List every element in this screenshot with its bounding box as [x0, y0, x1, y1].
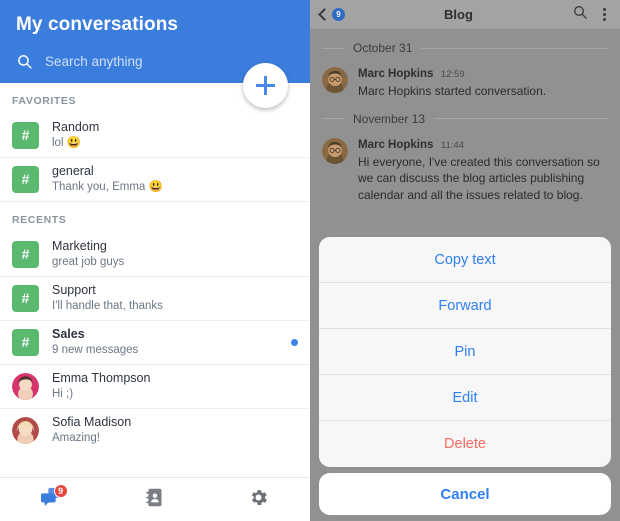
- new-conversation-button[interactable]: [243, 63, 288, 108]
- section-header-recents: RECENTS: [12, 214, 67, 226]
- channel-icon: #: [12, 165, 39, 193]
- conversation-name: Support: [52, 282, 96, 297]
- gear-icon: [248, 487, 269, 513]
- conversation-title: Blog: [444, 6, 473, 22]
- message-header: Marc Hopkins 11:44: [358, 136, 608, 153]
- conversation-preview: Thank you, Emma 😃: [52, 180, 163, 193]
- channel-icon: #: [12, 121, 39, 149]
- conversation-name: general: [52, 163, 94, 178]
- conversation-name: Emma Thompson: [52, 370, 151, 385]
- nav-tab-chats[interactable]: 9: [0, 478, 103, 521]
- date-separator: November 13: [322, 112, 608, 126]
- date-separator: October 31: [322, 41, 608, 55]
- list-item[interactable]: Emma Thompson Hi ;): [0, 365, 310, 409]
- conversation-preview: 9 new messages: [52, 343, 139, 356]
- search-icon: [16, 53, 33, 70]
- message-item[interactable]: Marc Hopkins 12:59 Marc Hopkins started …: [322, 65, 608, 100]
- app-screen: My conversations FAVORITES # Random: [0, 0, 620, 521]
- channel-icon: #: [12, 240, 39, 268]
- action-delete[interactable]: Delete: [319, 421, 611, 467]
- divider: [434, 118, 608, 119]
- date-label: October 31: [353, 41, 413, 55]
- action-pin[interactable]: Pin: [319, 329, 611, 375]
- nav-tab-settings[interactable]: [207, 478, 310, 521]
- plus-icon: [256, 76, 275, 95]
- topbar-actions: [572, 4, 610, 25]
- action-cancel[interactable]: Cancel: [319, 473, 611, 515]
- search-input[interactable]: [45, 54, 245, 69]
- list-item[interactable]: # Sales 9 new messages: [0, 321, 310, 365]
- conversation-name: Sales: [52, 326, 85, 341]
- conversation-preview: Amazing!: [52, 432, 100, 444]
- list-item-text: Marketing great job guys: [52, 239, 298, 270]
- conversation-preview: great job guys: [52, 255, 125, 268]
- action-forward[interactable]: Forward: [319, 283, 611, 329]
- conversation-detail-panel: 9 Blog October 31 Marc Hopkins 12:59 Mar…: [310, 0, 620, 521]
- conversation-topbar: 9 Blog: [310, 0, 620, 29]
- page-title: My conversations: [16, 14, 179, 35]
- unread-dot: [291, 338, 298, 346]
- conversation-name: Random: [52, 119, 100, 134]
- list-item-text: Random lol 😃: [52, 120, 298, 151]
- conversation-name: Sofia Madison: [52, 415, 132, 429]
- list-item[interactable]: # general Thank you, Emma 😃: [0, 158, 310, 202]
- bottom-navigation: 9: [0, 477, 310, 521]
- channel-icon: #: [12, 284, 39, 312]
- list-item[interactable]: # Random lol 😃: [0, 114, 310, 158]
- divider: [322, 118, 344, 119]
- date-label: November 13: [353, 111, 426, 126]
- list-item-text: Emma Thompson Hi ;): [52, 371, 298, 402]
- message-author: Marc Hopkins: [358, 138, 434, 151]
- conversation-preview: Hi ;): [52, 387, 74, 400]
- message-text: Marc Hopkins started conversation.: [358, 84, 547, 98]
- action-edit[interactable]: Edit: [319, 375, 611, 421]
- back-unread-badge: 9: [332, 7, 345, 21]
- unread-badge: 9: [53, 483, 68, 498]
- message-author: Marc Hopkins: [358, 68, 434, 80]
- contacts-icon: [144, 487, 165, 513]
- conversation-name: Marketing: [52, 238, 107, 253]
- conversation-preview: I'll handle that, thanks: [52, 299, 163, 312]
- list-item-text: general Thank you, Emma 😃: [52, 164, 298, 195]
- avatar: [322, 137, 348, 164]
- avatar: [322, 67, 348, 93]
- message-body: Marc Hopkins 11:44 Hi everyone, I've cre…: [358, 136, 608, 204]
- message-time: 12:59: [440, 69, 465, 80]
- channel-icon: #: [12, 328, 39, 356]
- list-item[interactable]: # Marketing great job guys: [0, 233, 310, 277]
- message-header: Marc Hopkins 12:59: [358, 65, 608, 82]
- back-button[interactable]: 9: [318, 7, 345, 21]
- conversations-panel: My conversations FAVORITES # Random: [0, 0, 310, 521]
- list-item-text: Support I'll handle that, thanks: [52, 283, 298, 314]
- message-text: Hi everyone, I've created this conversat…: [358, 154, 600, 202]
- list-item-text: Sofia Madison Amazing!: [52, 415, 298, 446]
- divider: [322, 47, 344, 49]
- message-item[interactable]: Marc Hopkins 11:44 Hi everyone, I've cre…: [322, 136, 608, 204]
- chevron-left-icon: [318, 7, 331, 21]
- list-item[interactable]: # Support I'll handle that, thanks: [0, 277, 310, 321]
- divider: [421, 47, 608, 49]
- list-item[interactable]: Sofia Madison Amazing!: [0, 409, 310, 453]
- recents-list: # Marketing great job guys # Support I'l…: [0, 233, 310, 453]
- action-copy-text[interactable]: Copy text: [319, 237, 611, 283]
- kebab-menu-icon[interactable]: [601, 6, 608, 23]
- conversation-preview: lol 😃: [52, 136, 82, 149]
- message-time: 11:44: [440, 139, 464, 151]
- avatar: [12, 417, 39, 444]
- message-body: Marc Hopkins 12:59 Marc Hopkins started …: [358, 65, 608, 100]
- avatar: [12, 372, 39, 400]
- message-list: October 31 Marc Hopkins 12:59 Marc Hopki…: [310, 41, 620, 203]
- favorites-list: # Random lol 😃 # general Thank you, Emma…: [0, 114, 310, 202]
- search-icon[interactable]: [572, 4, 588, 25]
- action-sheet: Copy text Forward Pin Edit Delete: [319, 237, 611, 467]
- nav-tab-contacts[interactable]: [103, 478, 206, 521]
- list-item-text: Sales 9 new messages: [52, 327, 283, 358]
